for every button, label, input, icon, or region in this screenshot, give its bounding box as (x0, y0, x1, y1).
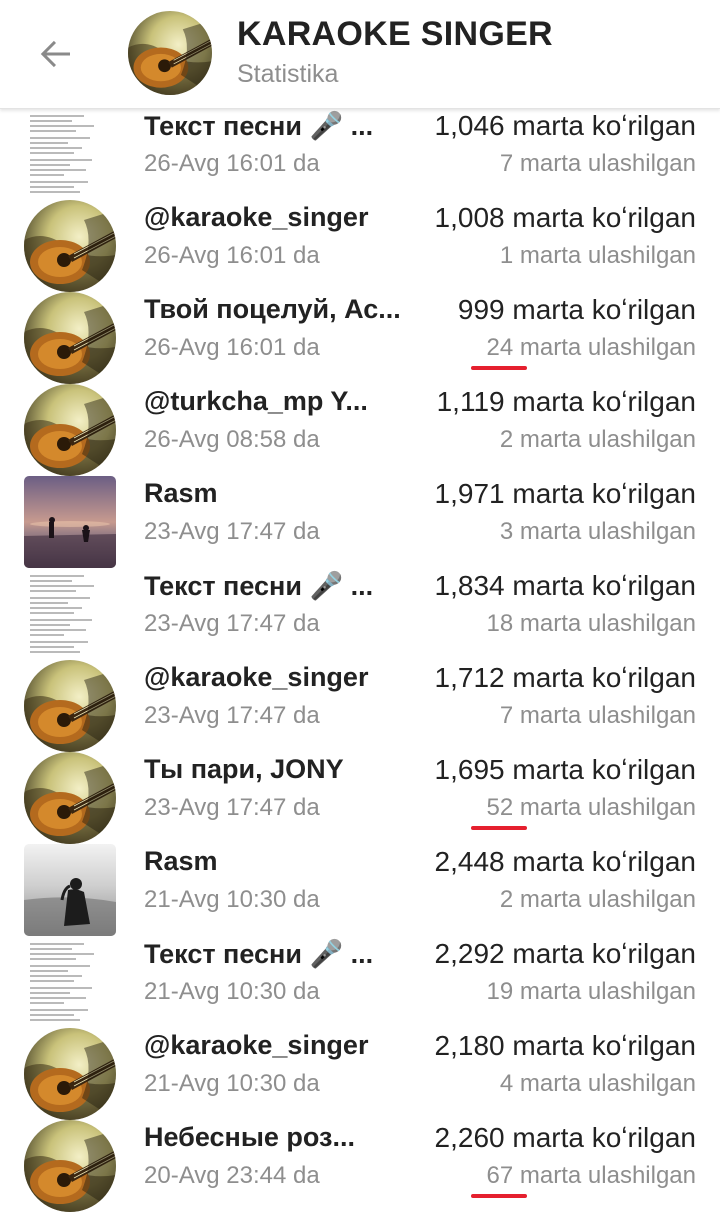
post-date: 21-Avg 10:30 da (144, 978, 320, 1005)
guitar-avatar-thumbnail (24, 1028, 116, 1120)
post-date: 23-Avg 17:47 da (144, 702, 320, 729)
post-shares-count: 52 marta ulashilgan (486, 794, 696, 821)
highlight-underline (470, 1194, 528, 1198)
back-button[interactable] (34, 32, 78, 76)
guitar-avatar-thumbnail (24, 660, 116, 752)
post-row[interactable]: Небесные роз... 20-Avg 23:44 da 2,260 mart… (0, 1116, 720, 1212)
post-views-count: 1,008 marta koʻrilgan (434, 202, 696, 233)
post-row[interactable]: Rasm 21-Avg 10:30 da 2,448 marta koʻrilgan… (0, 840, 720, 936)
sunset-photo-thumbnail (24, 476, 116, 568)
post-date: 23-Avg 17:47 da (144, 794, 320, 821)
post-row[interactable]: Твой поцелуй, Ас... 26-Avg 16:01 da 999 ma… (0, 288, 720, 384)
post-date: 26-Avg 16:01 da (144, 334, 320, 361)
post-row[interactable]: Ты пари, JONY 23-Avg 17:47 da 1,695 marta … (0, 748, 720, 844)
guitar-avatar-thumbnail (24, 752, 116, 844)
post-views-count: 1,695 marta koʻrilgan (434, 754, 696, 785)
post-title: Текст песни 🎤 ... (144, 571, 374, 601)
post-title: Текст песни 🎤 ... (144, 111, 374, 141)
post-row[interactable]: Текст песни 🎤 ... 23-Avg 17:47 da 1,834 ma… (0, 564, 720, 660)
post-date: 23-Avg 17:47 da (144, 610, 320, 637)
post-title: Ты пари, JONY (144, 754, 344, 784)
highlight-underline (470, 826, 528, 830)
post-title: Текст песни 🎤 ... (144, 939, 374, 969)
post-row[interactable]: Текст песни 🎤 ... 21-Avg 10:30 da 2,292 ma… (0, 932, 720, 1028)
post-row[interactable]: @karaoke_singer 23-Avg 17:47 da 1,712 mart… (0, 656, 720, 752)
sea-photo-thumbnail (24, 844, 116, 936)
post-title: Твой поцелуй, Ас... (144, 294, 401, 324)
highlight-underline (470, 366, 528, 370)
guitar-avatar-thumbnail (24, 200, 116, 292)
post-row[interactable]: @karaoke_singer 21-Avg 10:30 da 2,180 mart… (0, 1024, 720, 1120)
text-doc-thumbnail (24, 936, 116, 1028)
post-title: Rasm (144, 846, 218, 876)
text-doc-thumbnail (24, 568, 116, 660)
post-views-count: 1,971 marta koʻrilgan (434, 478, 696, 509)
post-shares-count: 7 marta ulashilgan (499, 702, 696, 729)
post-stats-list[interactable]: Текст песни 🎤 ... 26-Avg 16:01 da 1,046 ma… (0, 108, 720, 1228)
guitar-avatar-thumbnail (24, 1120, 116, 1212)
post-title: Небесные роз... (144, 1122, 355, 1152)
post-date: 21-Avg 10:30 da (144, 886, 320, 913)
post-title: @karaoke_singer (144, 202, 369, 232)
post-views-count: 1,119 marta koʻrilgan (436, 386, 696, 417)
post-shares-count: 2 marta ulashilgan (499, 886, 696, 913)
post-shares-count: 2 marta ulashilgan (499, 426, 696, 453)
guitar-avatar-thumbnail (24, 292, 116, 384)
post-date: 26-Avg 16:01 da (144, 150, 320, 177)
app-header: KARAOKE SINGER Statistika (0, 0, 720, 109)
post-title: @turkcha_mp Y... (144, 386, 368, 416)
post-views-count: 2,292 marta koʻrilgan (434, 938, 696, 969)
post-shares-count: 18 marta ulashilgan (486, 610, 696, 637)
post-date: 21-Avg 10:30 da (144, 1070, 320, 1097)
post-date: 26-Avg 08:58 da (144, 426, 320, 453)
post-date: 23-Avg 17:47 da (144, 518, 320, 545)
post-shares-count: 24 marta ulashilgan (486, 334, 696, 361)
post-row[interactable]: @karaoke_singer 26-Avg 16:01 da 1,008 mart… (0, 196, 720, 292)
post-title: @karaoke_singer (144, 1030, 369, 1060)
guitar-avatar-thumbnail (24, 384, 116, 476)
post-views-count: 2,180 marta koʻrilgan (434, 1030, 696, 1061)
post-shares-count: 4 marta ulashilgan (499, 1070, 696, 1097)
post-views-count: 2,448 marta koʻrilgan (434, 846, 696, 877)
post-title: Rasm (144, 478, 218, 508)
text-doc-thumbnail (24, 108, 116, 200)
post-shares-count: 7 marta ulashilgan (499, 150, 696, 177)
post-views-count: 1,046 marta koʻrilgan (434, 110, 696, 141)
post-views-count: 1,834 marta koʻrilgan (434, 570, 696, 601)
post-views-count: 2,260 marta koʻrilgan (434, 1122, 696, 1153)
post-shares-count: 1 marta ulashilgan (499, 242, 696, 269)
post-views-count: 999 marta koʻrilgan (457, 294, 696, 325)
post-shares-count: 3 marta ulashilgan (499, 518, 696, 545)
post-row[interactable]: Rasm 23-Avg 17:47 da 1,971 marta koʻrilgan… (0, 472, 720, 568)
channel-title: KARAOKE SINGER (237, 15, 553, 53)
post-views-count: 1,712 marta koʻrilgan (434, 662, 696, 693)
channel-avatar[interactable] (128, 11, 212, 95)
post-shares-count: 19 marta ulashilgan (486, 978, 696, 1005)
post-row[interactable]: @turkcha_mp Y... 26-Avg 08:58 da 1,119 mar… (0, 380, 720, 476)
post-date: 26-Avg 16:01 da (144, 242, 320, 269)
post-date: 20-Avg 23:44 da (144, 1162, 320, 1189)
post-row[interactable]: Текст песни 🎤 ... 26-Avg 16:01 da 1,046 ma… (0, 108, 720, 200)
post-shares-count: 67 marta ulashilgan (486, 1162, 696, 1189)
arrow-back-icon (40, 40, 70, 68)
page-subtitle: Statistika (237, 60, 339, 88)
post-title: @karaoke_singer (144, 662, 369, 692)
